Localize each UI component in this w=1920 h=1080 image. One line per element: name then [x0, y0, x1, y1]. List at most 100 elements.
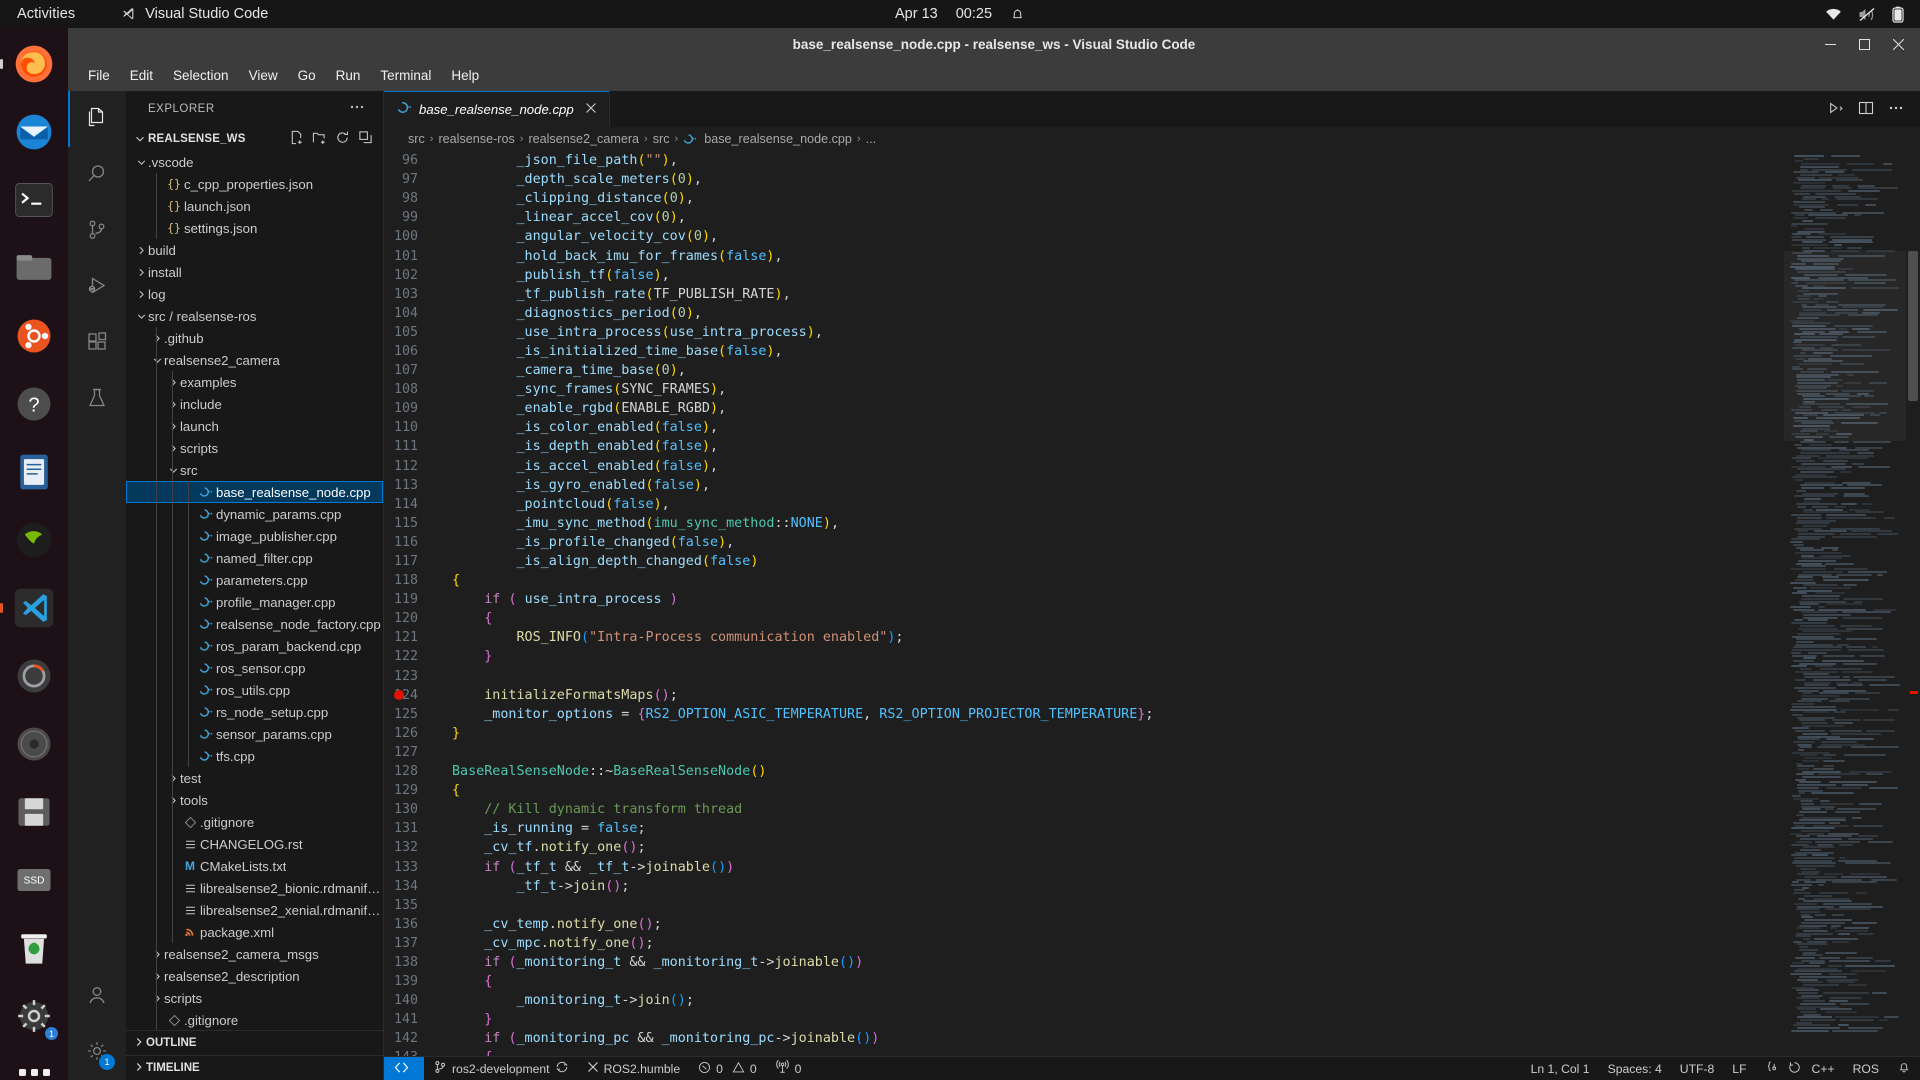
status-cursor-position[interactable]: Ln 1, Col 1 — [1522, 1057, 1599, 1080]
maximize-button[interactable] — [1848, 32, 1880, 56]
file-tree-item[interactable]: image_publisher.cpp — [126, 525, 383, 547]
code-line[interactable]: 115 _imu_sync_method(imu_sync_method::NO… — [384, 514, 1784, 533]
file-tree-item[interactable]: launch — [126, 415, 383, 437]
file-tree-item[interactable]: log — [126, 283, 383, 305]
file-tree-item[interactable]: include — [126, 393, 383, 415]
code-line[interactable]: 128 BaseRealSenseNode::~BaseRealSenseNode… — [384, 762, 1784, 781]
file-tree-item[interactable]: .gitignore — [126, 1009, 383, 1030]
dock-item-visual-studio-code[interactable] — [8, 582, 60, 634]
code-line[interactable]: 141 } — [384, 1010, 1784, 1029]
code-line[interactable]: 99 _linear_accel_cov(0), — [384, 208, 1784, 227]
menu-help[interactable]: Help — [441, 65, 489, 86]
menu-view[interactable]: View — [239, 65, 288, 86]
code-line[interactable]: 114 _pointcloud(false), — [384, 495, 1784, 514]
file-tree-item[interactable]: parameters.cpp — [126, 569, 383, 591]
minimap-slider[interactable] — [1784, 251, 1906, 441]
dock-item-startup-disk-creator[interactable] — [8, 786, 60, 838]
status-eol[interactable]: LF — [1723, 1057, 1755, 1080]
file-tree-item[interactable]: src / realsense-ros — [126, 305, 383, 327]
dock-item-disk-usage[interactable] — [8, 650, 60, 702]
code-line[interactable]: 102 _publish_tf(false), — [384, 266, 1784, 285]
code-line[interactable]: 111 _is_depth_enabled(false), — [384, 437, 1784, 456]
file-tree-item[interactable]: build — [126, 239, 383, 261]
focused-app-indicator[interactable]: Visual Studio Code — [121, 6, 268, 22]
code-line[interactable]: 105 _use_intra_process(use_intra_process… — [384, 323, 1784, 342]
activity-bar-item-explorer[interactable] — [68, 91, 126, 147]
file-tree-item[interactable]: realsense2_description — [126, 965, 383, 987]
code-line[interactable]: 108 _sync_frames(SYNC_FRAMES), — [384, 380, 1784, 399]
code-line[interactable]: 143 { — [384, 1048, 1784, 1056]
status-encoding[interactable]: UTF-8 — [1671, 1057, 1724, 1080]
status-branch[interactable]: ros2-development — [424, 1057, 578, 1080]
dock-item-nvidia-settings[interactable] — [8, 514, 60, 566]
show-applications-button[interactable] — [8, 1058, 60, 1080]
dock-item-software[interactable] — [8, 310, 60, 362]
close-button[interactable] — [1882, 32, 1914, 56]
code-line[interactable]: 127 — [384, 743, 1784, 762]
system-tray[interactable] — [1825, 6, 1904, 23]
dock-item-files[interactable] — [8, 242, 60, 294]
code-line[interactable]: 96 _json_file_path(""), — [384, 151, 1784, 170]
code-line[interactable]: 98 _clipping_distance(0), — [384, 189, 1784, 208]
code-line[interactable]: 142 if (_monitoring_pc && _monitoring_pc… — [384, 1029, 1784, 1048]
code-line[interactable]: 112 _is_accel_enabled(false), — [384, 457, 1784, 476]
file-tree-item[interactable]: scripts — [126, 437, 383, 459]
dock-item-libreoffice-writer[interactable] — [8, 446, 60, 498]
file-tree-item[interactable]: named_filter.cpp — [126, 547, 383, 569]
menu-selection[interactable]: Selection — [163, 65, 239, 86]
file-tree-item[interactable]: ros_param_backend.cpp — [126, 635, 383, 657]
file-tree-item[interactable]: tools — [126, 789, 383, 811]
activity-bar-item-search[interactable] — [68, 147, 126, 203]
code-line[interactable]: 121 ROS_INFO("Intra-Process communicatio… — [384, 628, 1784, 647]
file-tree-item[interactable]: realsense2_camera — [126, 349, 383, 371]
breadcrumb-item[interactable]: realsense-ros — [438, 132, 514, 146]
file-tree[interactable]: .vscode{} c_cpp_properties.json{} launch.j… — [126, 151, 383, 1030]
activity-bar-item-manage[interactable]: 1 — [68, 1024, 126, 1080]
status-cpp-tools[interactable]: C++ — [1756, 1057, 1844, 1080]
more-actions-icon[interactable] — [1888, 100, 1904, 119]
code-line[interactable]: 109 _enable_rgbd(ENABLE_RGBD), — [384, 399, 1784, 418]
new-file-icon[interactable] — [289, 130, 304, 148]
code-line[interactable]: 137 _cv_mpc.notify_one(); — [384, 934, 1784, 953]
file-tree-item[interactable]: .gitignore — [126, 811, 383, 833]
ellipsis-icon[interactable] — [349, 99, 365, 118]
file-tree-item[interactable]: test — [126, 767, 383, 789]
code-line[interactable]: 140 _monitoring_t->join(); — [384, 991, 1784, 1010]
workspace-root-row[interactable]: REALSENSE_WS — [126, 126, 383, 151]
code-line[interactable]: 136 _cv_temp.notify_one(); — [384, 915, 1784, 934]
file-tree-item[interactable]: {} launch.json — [126, 195, 383, 217]
status-ports[interactable]: 0 — [766, 1057, 811, 1080]
activity-bar-item-testing[interactable] — [68, 371, 126, 427]
file-tree-item[interactable]: ros_utils.cpp — [126, 679, 383, 701]
close-icon[interactable] — [585, 101, 597, 117]
status-task[interactable]: ROS2.humble — [578, 1057, 690, 1080]
code-line[interactable]: 129 { — [384, 781, 1784, 800]
dock-item-trash[interactable] — [8, 922, 60, 974]
status-problems[interactable]: 0 0 — [689, 1057, 766, 1080]
activity-bar-item-source-control[interactable] — [68, 203, 126, 259]
menu-go[interactable]: Go — [288, 65, 326, 86]
vertical-scrollbar[interactable] — [1906, 151, 1920, 1056]
file-tree-item[interactable]: rs_node_setup.cpp — [126, 701, 383, 723]
code-editor[interactable]: 96 _json_file_path(""), 97 _depth_scale_m… — [384, 151, 1920, 1056]
code-line[interactable]: 116 _is_profile_changed(false), — [384, 533, 1784, 552]
breadcrumb-item[interactable]: src — [653, 132, 670, 146]
file-tree-item[interactable]: profile_manager.cpp — [126, 591, 383, 613]
new-folder-icon[interactable] — [312, 130, 327, 148]
file-tree-item[interactable]: realsense_node_factory.cpp — [126, 613, 383, 635]
code-line[interactable]: 124 initializeFormatsMaps(); — [384, 686, 1784, 705]
file-tree-item[interactable]: install — [126, 261, 383, 283]
code-line[interactable]: 117 _is_align_depth_changed(false) — [384, 552, 1784, 571]
code-viewport[interactable]: 96 _json_file_path(""), 97 _depth_scale_m… — [384, 151, 1784, 1056]
breadcrumb[interactable]: src › realsense-ros › realsense2_camera › src ›… — [384, 127, 1920, 151]
collapse-all-icon[interactable] — [358, 130, 373, 148]
file-tree-item[interactable]: {} settings.json — [126, 217, 383, 239]
status-indentation[interactable]: Spaces: 4 — [1599, 1057, 1671, 1080]
file-tree-item[interactable]: tfs.cpp — [126, 745, 383, 767]
file-tree-item[interactable]: package.xml — [126, 921, 383, 943]
code-line[interactable]: 97 _depth_scale_meters(0), — [384, 170, 1784, 189]
code-line[interactable]: 139 { — [384, 972, 1784, 991]
breadcrumb-item[interactable]: base_realsense_node.cpp — [704, 132, 852, 146]
file-tree-item[interactable]: dynamic_params.cpp — [126, 503, 383, 525]
activities-button[interactable]: Activities — [17, 6, 75, 22]
